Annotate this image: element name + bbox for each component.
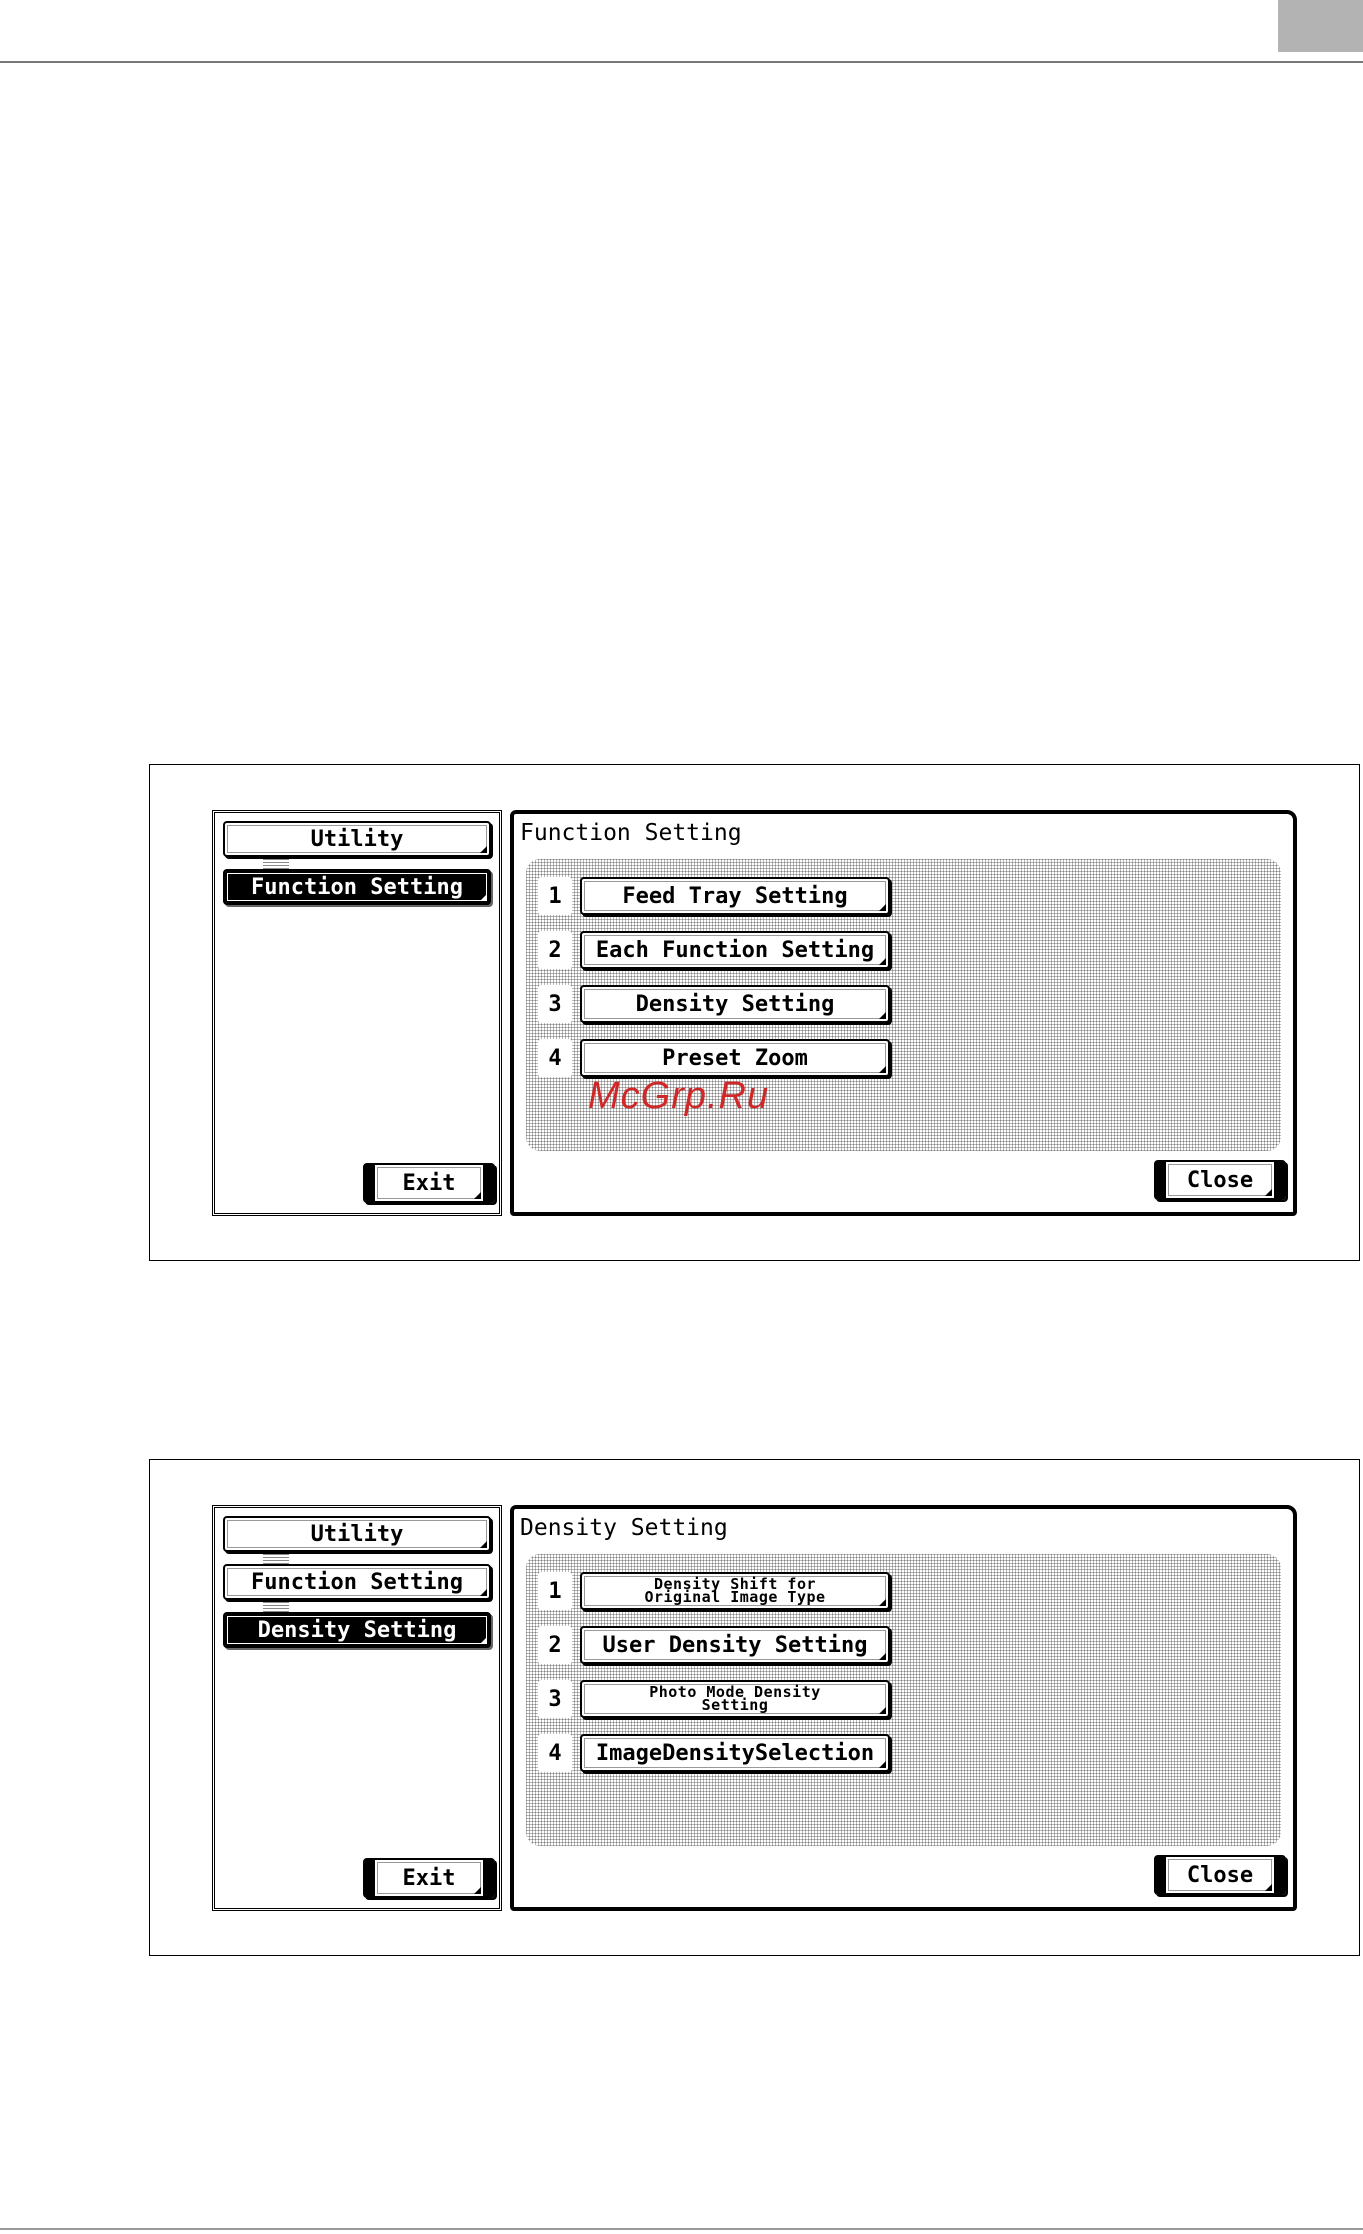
screenshot-frame-density-setting: Utility Function Setting Density Setting… bbox=[149, 1459, 1360, 1956]
page-corner-tab bbox=[1278, 0, 1363, 52]
menu-label: Preset Zoom bbox=[662, 1045, 808, 1071]
menu-label-line2: Setting bbox=[701, 1696, 769, 1714]
nav-function-setting-label: Function Setting bbox=[251, 1569, 463, 1595]
menu-label: Density Setting bbox=[635, 991, 835, 1017]
header-rule bbox=[0, 61, 1363, 63]
item-number: 3 bbox=[538, 985, 572, 1023]
close-button[interactable]: Close bbox=[1154, 1855, 1286, 1895]
each-function-setting-button[interactable]: Each Function Setting bbox=[580, 931, 890, 969]
nav-density-setting-label: Density Setting bbox=[257, 1617, 457, 1643]
nav-connector bbox=[263, 1554, 289, 1564]
user-density-setting-button[interactable]: User Density Setting bbox=[580, 1626, 890, 1664]
nav-function-setting-button[interactable]: Function Setting bbox=[223, 1564, 491, 1600]
exit-button[interactable]: Exit bbox=[363, 1163, 495, 1203]
nav-function-setting-label: Function Setting bbox=[251, 874, 463, 900]
menu-label-line2: Original Image Type bbox=[644, 1588, 826, 1606]
footer-rule bbox=[0, 2228, 1363, 2230]
left-nav-panel: Utility Function Setting Exit bbox=[212, 810, 502, 1216]
close-label: Close bbox=[1186, 1862, 1254, 1888]
nav-connector bbox=[263, 859, 289, 869]
density-shift-original-image-type-button[interactable]: Density Shift for Original Image Type bbox=[580, 1572, 890, 1610]
nav-connector bbox=[263, 1602, 289, 1612]
item-number: 3 bbox=[538, 1680, 572, 1718]
nav-density-setting-button[interactable]: Density Setting bbox=[223, 1612, 491, 1648]
screenshot-frame-function-setting: Utility Function Setting Exit Function S… bbox=[149, 764, 1360, 1261]
menu-area: 1 Density Shift for Original Image Type … bbox=[526, 1554, 1281, 1846]
left-nav-panel: Utility Function Setting Density Setting… bbox=[212, 1505, 502, 1911]
density-setting-button[interactable]: Density Setting bbox=[580, 985, 890, 1023]
menu-area: 1 Feed Tray Setting 2 Each Function Sett… bbox=[526, 859, 1281, 1151]
item-number: 2 bbox=[538, 931, 572, 969]
menu-label: ImageDensitySelection bbox=[595, 1740, 875, 1766]
item-number: 2 bbox=[538, 1626, 572, 1664]
menu-label: Each Function Setting bbox=[595, 937, 875, 963]
exit-button[interactable]: Exit bbox=[363, 1858, 495, 1898]
item-number: 1 bbox=[538, 877, 572, 915]
preset-zoom-button[interactable]: Preset Zoom bbox=[580, 1039, 890, 1077]
photo-mode-density-setting-button[interactable]: Photo Mode Density Setting bbox=[580, 1680, 890, 1718]
panel-title: Density Setting bbox=[520, 1515, 728, 1541]
close-button[interactable]: Close bbox=[1154, 1160, 1286, 1200]
nav-utility-button[interactable]: Utility bbox=[223, 1516, 491, 1552]
exit-label: Exit bbox=[402, 1170, 456, 1196]
nav-utility-button[interactable]: Utility bbox=[223, 821, 491, 857]
nav-utility-label: Utility bbox=[310, 826, 404, 852]
panel-title: Function Setting bbox=[520, 820, 742, 846]
feed-tray-setting-button[interactable]: Feed Tray Setting bbox=[580, 877, 890, 915]
nav-utility-label: Utility bbox=[310, 1521, 404, 1547]
menu-label: Feed Tray Setting bbox=[622, 883, 848, 909]
item-number: 1 bbox=[538, 1572, 572, 1610]
item-number: 4 bbox=[538, 1039, 572, 1077]
close-label: Close bbox=[1186, 1167, 1254, 1193]
nav-function-setting-button[interactable]: Function Setting bbox=[223, 869, 491, 905]
item-number: 4 bbox=[538, 1734, 572, 1772]
menu-label: User Density Setting bbox=[602, 1632, 868, 1658]
main-panel: Density Setting 1 Density Shift for Orig… bbox=[510, 1505, 1297, 1911]
main-panel: Function Setting 1 Feed Tray Setting 2 E… bbox=[510, 810, 1297, 1216]
exit-label: Exit bbox=[402, 1865, 456, 1891]
watermark-text: McGrp.Ru bbox=[588, 1075, 770, 1117]
image-density-selection-button[interactable]: ImageDensitySelection bbox=[580, 1734, 890, 1772]
